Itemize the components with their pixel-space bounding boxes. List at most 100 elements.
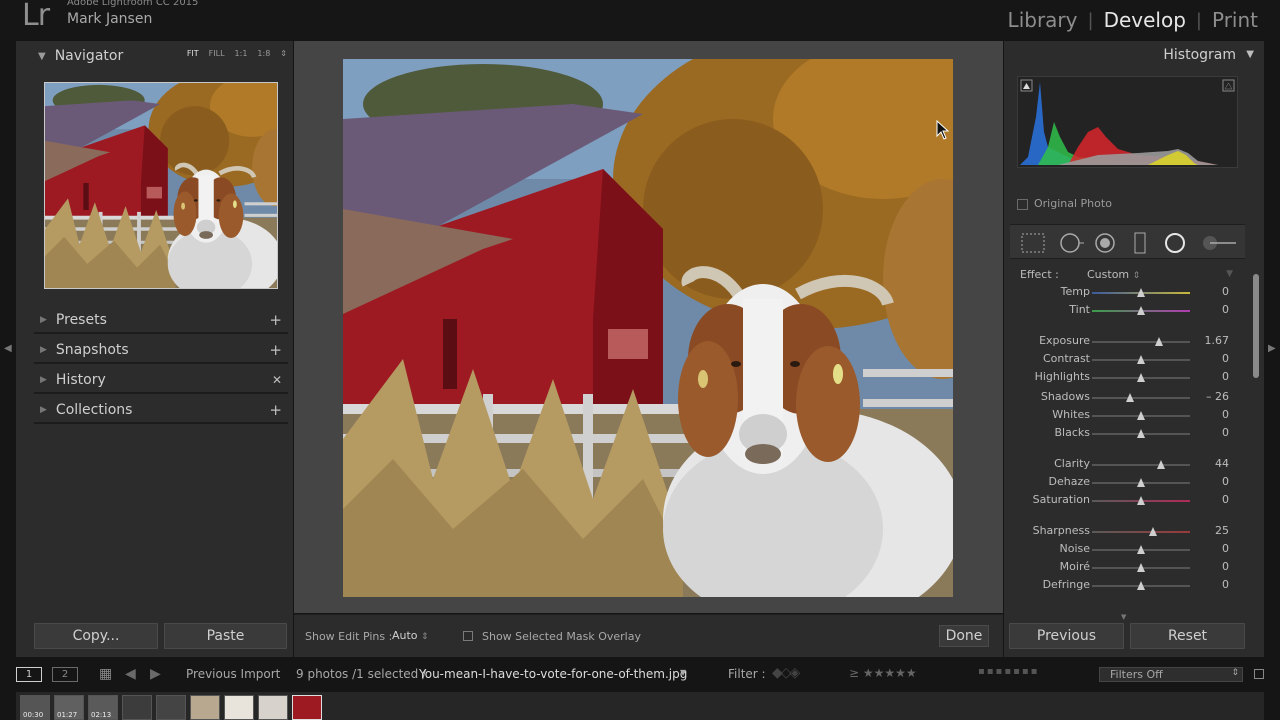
module-print[interactable]: Print (1212, 8, 1258, 32)
slider-thumb[interactable] (1137, 411, 1145, 420)
zoom-stepper-icon[interactable]: ⇕ (280, 49, 287, 58)
right-panel-scrollbar[interactable] (1253, 274, 1259, 378)
slider-thumb[interactable] (1137, 355, 1145, 364)
show-edit-pins-select[interactable]: Auto ⇕ (392, 629, 429, 642)
right-panel-toggle-icon[interactable]: ▶ (1268, 343, 1276, 354)
expand-triangle-icon[interactable]: ▶ (40, 315, 47, 325)
slider-thumb[interactable] (1137, 373, 1145, 382)
main-window-button[interactable]: 1 (16, 667, 42, 682)
add-collection-icon[interactable]: + (269, 401, 282, 419)
histogram-title[interactable]: Histogram (1163, 47, 1236, 63)
slider-value[interactable]: 0 (1222, 408, 1229, 421)
filter-lock-icon[interactable] (1254, 669, 1264, 679)
navigator-preview[interactable] (44, 82, 278, 289)
slider-sharpness[interactable]: Sharpness 25 (1010, 523, 1245, 539)
slider-thumb[interactable] (1137, 478, 1145, 487)
slider-thumb[interactable] (1137, 563, 1145, 572)
slider-value[interactable]: 0 (1222, 560, 1229, 573)
slider-value[interactable]: 0 (1222, 285, 1229, 298)
paste-button[interactable]: Paste (164, 623, 287, 649)
red-eye-icon[interactable] (1095, 233, 1115, 253)
slider-moir[interactable]: Moiré 0 (1010, 559, 1245, 575)
effect-select[interactable]: Custom ⇕ (1087, 268, 1140, 281)
spot-removal-icon[interactable] (1060, 233, 1084, 253)
slider-track[interactable] (1092, 341, 1190, 343)
rating-filter-icon[interactable]: ≥ ★★★★★ (849, 666, 917, 680)
zoom-1-1[interactable]: 1:1 (235, 49, 248, 58)
back-arrow-icon[interactable]: ◀ (125, 666, 136, 682)
main-photo[interactable] (343, 59, 953, 597)
slider-thumb[interactable] (1137, 429, 1145, 438)
filmstrip-thumbnail[interactable] (190, 695, 220, 720)
crop-overlay-icon[interactable] (1021, 233, 1045, 253)
slider-temp[interactable]: Temp 0 (1010, 284, 1245, 300)
expand-triangle-icon[interactable]: ▶ (40, 345, 47, 355)
add-preset-icon[interactable]: + (269, 311, 282, 329)
slider-dehaze[interactable]: Dehaze 0 (1010, 474, 1245, 490)
expand-triangle-icon[interactable]: ▶ (40, 405, 47, 415)
filmstrip-thumbnail[interactable] (156, 695, 186, 720)
left-panel-toggle-icon[interactable]: ◀ (4, 343, 12, 354)
slider-shadows[interactable]: Shadows – 26 (1010, 389, 1245, 405)
filmstrip-thumbnail[interactable] (224, 695, 254, 720)
section-snapshots[interactable]: ▶ Snapshots + (34, 338, 288, 364)
slider-exposure[interactable]: Exposure 1.67 (1010, 333, 1245, 349)
slider-whites[interactable]: Whites 0 (1010, 407, 1245, 423)
filmstrip-filename[interactable]: You-mean-I-have-to-vote-for-one-of-them.… (419, 667, 687, 681)
slider-clarity[interactable]: Clarity 44 (1010, 456, 1245, 472)
slider-value[interactable]: 0 (1222, 303, 1229, 316)
reset-button[interactable]: Reset (1130, 623, 1245, 649)
slider-value[interactable]: 0 (1222, 352, 1229, 365)
slider-contrast[interactable]: Contrast 0 (1010, 351, 1245, 367)
previous-button[interactable]: Previous (1009, 623, 1124, 649)
slider-value[interactable]: 0 (1222, 426, 1229, 439)
slider-value[interactable]: 44 (1215, 457, 1229, 470)
graduated-filter-icon[interactable] (1134, 232, 1146, 254)
slider-value[interactable]: 0 (1222, 370, 1229, 383)
clear-history-icon[interactable]: ✕ (272, 373, 282, 387)
module-develop[interactable]: Develop (1104, 8, 1186, 32)
add-snapshot-icon[interactable]: + (269, 341, 282, 359)
slider-value[interactable]: 0 (1222, 542, 1229, 555)
filmstrip-thumbnail-selected[interactable] (292, 695, 322, 720)
slider-thumb[interactable] (1154, 337, 1163, 346)
original-photo-checkbox[interactable] (1017, 199, 1028, 210)
flag-filter-icon[interactable]: ◆◇◈ (772, 665, 800, 681)
adjustment-brush-icon[interactable] (1203, 236, 1236, 250)
filmstrip-thumbnail[interactable] (258, 695, 288, 720)
forward-arrow-icon[interactable]: ▶ (150, 666, 161, 682)
slider-thumb[interactable] (1156, 460, 1165, 469)
slider-value[interactable]: 0 (1222, 578, 1229, 591)
slider-thumb[interactable] (1148, 527, 1157, 536)
slider-track[interactable] (1092, 531, 1190, 533)
slider-highlights[interactable]: Highlights 0 (1010, 369, 1245, 385)
section-presets[interactable]: ▶ Presets + (34, 308, 288, 334)
collapse-triangle-icon[interactable]: ▼ (1226, 269, 1233, 279)
slider-thumb[interactable] (1126, 393, 1135, 402)
filmstrip-thumbnail[interactable]: 02:13 (88, 695, 118, 720)
filmstrip-source[interactable]: Previous Import (186, 667, 280, 681)
slider-saturation[interactable]: Saturation 0 (1010, 492, 1245, 508)
radial-filter-icon[interactable] (1165, 233, 1185, 253)
filmstrip-thumbnail[interactable]: 00:30 (20, 695, 50, 720)
slider-thumb[interactable] (1137, 306, 1145, 315)
slider-defringe[interactable]: Defringe 0 (1010, 577, 1245, 593)
collapse-triangle-icon[interactable]: ▼ (1246, 49, 1254, 60)
zoom-1-8[interactable]: 1:8 (257, 49, 270, 58)
zoom-fill[interactable]: FILL (209, 49, 225, 58)
filmstrip-thumbnail[interactable]: 01:27 (54, 695, 84, 720)
slider-value[interactable]: 1.67 (1205, 334, 1230, 347)
mask-overlay-label[interactable]: Show Selected Mask Overlay (482, 630, 641, 643)
done-button[interactable]: Done (939, 625, 989, 647)
filmstrip-thumbnail[interactable] (122, 695, 152, 720)
slider-noise[interactable]: Noise 0 (1010, 541, 1245, 557)
slider-value[interactable]: 0 (1222, 475, 1229, 488)
slider-thumb[interactable] (1137, 288, 1145, 297)
slider-value[interactable]: 25 (1215, 524, 1229, 537)
slider-blacks[interactable]: Blacks 0 (1010, 425, 1245, 441)
filter-preset-select[interactable]: Filters Off ⇕ (1099, 667, 1243, 682)
navigator-header[interactable]: ▼ Navigator (38, 43, 123, 69)
module-library[interactable]: Library (1008, 8, 1078, 32)
collapse-triangle-icon[interactable]: ▼ (38, 51, 46, 62)
copy-button[interactable]: Copy... (34, 623, 158, 649)
